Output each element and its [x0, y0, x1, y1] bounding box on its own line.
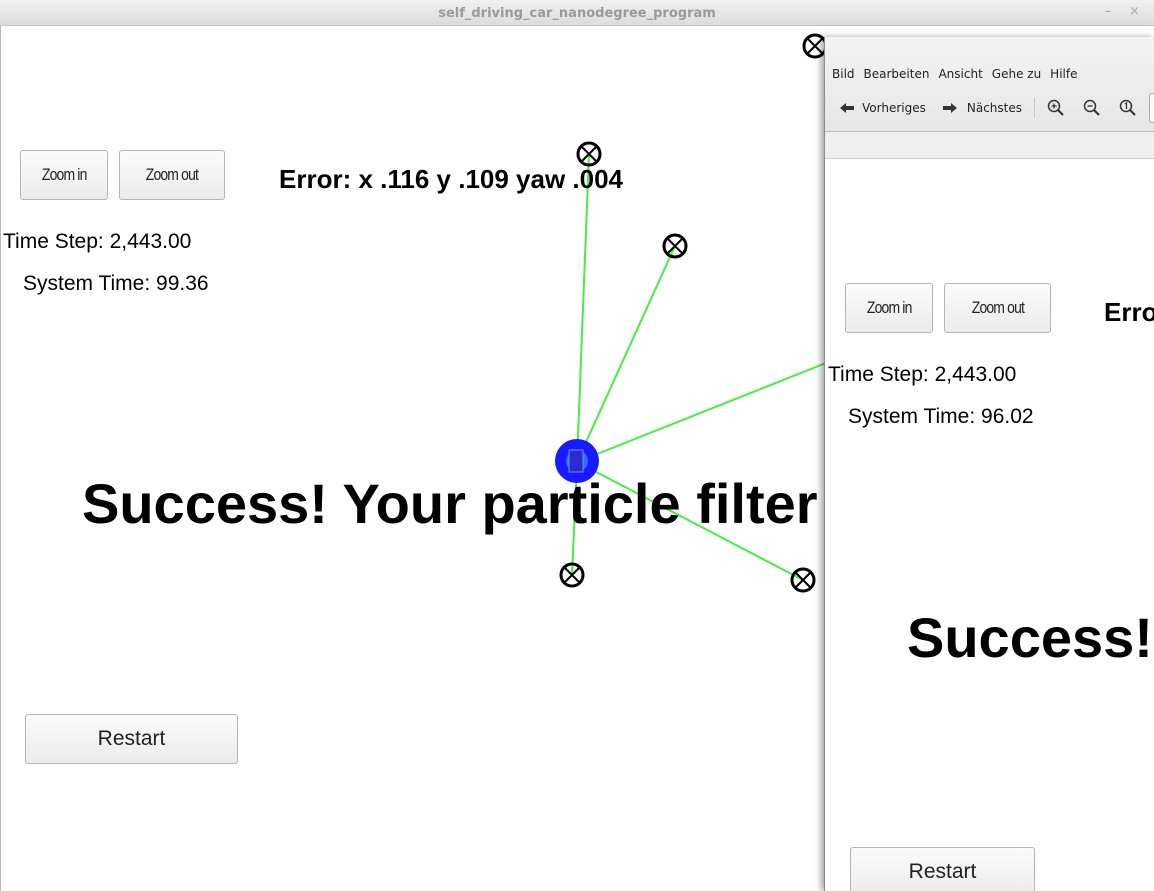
arrow-right-icon: [942, 103, 957, 113]
menu-bild[interactable]: Bild: [832, 67, 855, 81]
viewer-header: Bild Bearbeiten Ansicht Gehe zu Hilfe Vo…: [825, 37, 1154, 132]
shot-restart-label: Restart: [908, 860, 977, 883]
restart-button[interactable]: Restart: [25, 714, 238, 764]
error-readout: Error: x .116 y .109 yaw .004: [279, 164, 624, 194]
shot-restart-button: Restart: [850, 847, 1035, 891]
zoom-out-icon[interactable]: [1083, 99, 1101, 117]
zoom-in-icon[interactable]: [1047, 99, 1065, 117]
viewer-image: Zoom in Zoom out Erro Time Step: 2,443.0…: [825, 159, 1154, 891]
shot-success-message: Success!: [907, 606, 1153, 669]
system-time-readout: System Time: 99.36: [23, 272, 209, 295]
shot-system-time-readout: System Time: 96.02: [848, 405, 1034, 428]
menu-gehe-zu[interactable]: Gehe zu: [992, 67, 1041, 81]
image-viewer-window[interactable]: Bild Bearbeiten Ansicht Gehe zu Hilfe Vo…: [824, 37, 1154, 891]
toolbar-separator: [1033, 98, 1035, 118]
previous-button[interactable]: Vorheriges: [839, 101, 926, 115]
viewer-menubar: Bild Bearbeiten Ansicht Gehe zu Hilfe: [832, 67, 1086, 81]
zoom-out-button[interactable]: Zoom out: [119, 150, 225, 200]
shot-error-readout: Erro: [1104, 297, 1154, 327]
previous-label: Vorheriges: [862, 101, 926, 115]
landmark-icon: [662, 233, 688, 259]
arrow-left-icon: [840, 103, 854, 113]
landmark-icon: [790, 567, 816, 593]
shot-zoom-in-button: Zoom in: [845, 283, 933, 333]
menu-bearbeiten[interactable]: Bearbeiten: [864, 67, 930, 81]
next-button[interactable]: Nächstes: [942, 101, 1022, 115]
shot-zoom-out-label: Zoom out: [971, 298, 1024, 317]
zoom-original-icon[interactable]: [1119, 99, 1137, 117]
observation-line: [576, 153, 590, 463]
landmark-icon: [802, 33, 828, 59]
restart-label: Restart: [97, 727, 166, 750]
zoom-out-label: Zoom out: [145, 165, 199, 184]
zoom-in-button[interactable]: Zoom in: [20, 150, 108, 200]
viewer-tabstrip: [825, 132, 1154, 159]
menu-ansicht[interactable]: Ansicht: [938, 67, 982, 81]
shot-zoom-out-button: Zoom out: [944, 283, 1051, 333]
time-step-readout: Time Step: 2,443.00: [3, 230, 192, 253]
zoom-in-label: Zoom in: [41, 165, 87, 184]
viewer-toolbar: Vorheriges Nächstes: [839, 93, 1154, 123]
shot-time-step-readout: Time Step: 2,443.00: [828, 363, 1017, 386]
success-message: Success! Your particle filter: [82, 472, 818, 535]
shot-zoom-in-label: Zoom in: [866, 298, 912, 317]
zoom-field[interactable]: [1148, 93, 1154, 123]
car-icon: [568, 449, 584, 473]
next-label: Nächstes: [966, 101, 1022, 115]
menu-hilfe[interactable]: Hilfe: [1050, 67, 1077, 81]
